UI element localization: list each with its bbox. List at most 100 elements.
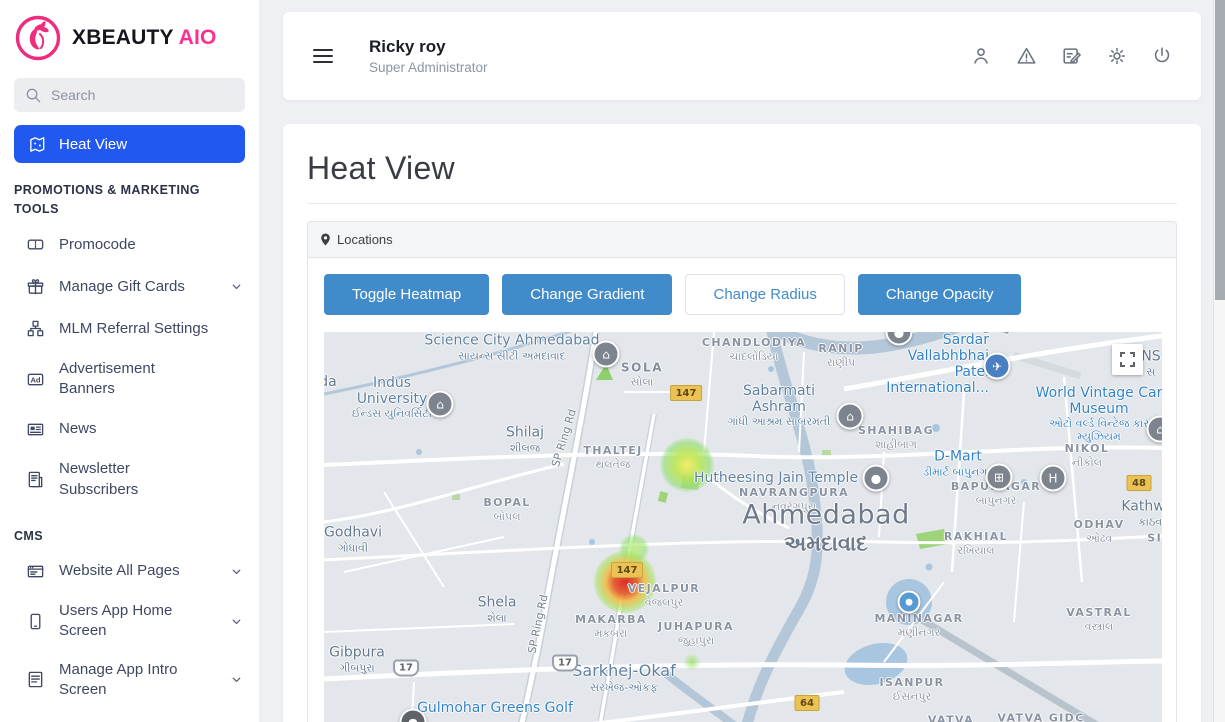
map-label: ડી માર્ટ નરોડા, હસપુરા <box>901 332 1020 335</box>
newsletter-icon <box>26 470 45 489</box>
sidebar-item-label: MLM Referral Settings <box>59 319 209 339</box>
map-label: Sarkhej-Okafસરખેજ-ઓકફ <box>572 661 675 695</box>
map-label: Science City Ahmedabadસાયન્સ સીટી અમદાવા… <box>424 333 599 364</box>
map-label: NIKOLનીકોલ <box>1065 442 1110 470</box>
map-label: Kathwadaકાઠવાડા <box>1121 499 1162 530</box>
map-label: NSસ <box>1141 349 1160 380</box>
map-label: Godhaviગોધાવી <box>324 525 382 556</box>
map-label: MAKARBAમકબરા <box>575 613 647 641</box>
heatmap-canvas[interactable]: Science City Ahmedabadસાયન્સ સીટી અમદાવા… <box>324 332 1162 722</box>
alert-icon[interactable] <box>1015 45 1038 67</box>
sidebar-item-advertisement-banners[interactable]: Ad Advertisement Banners <box>0 350 259 409</box>
search-input[interactable] <box>51 87 235 103</box>
change-opacity-button[interactable]: Change Opacity <box>858 274 1022 315</box>
map-label: CHANDLODIYAચાંદલોડિયા <box>702 336 806 364</box>
heatmap-icon <box>28 135 47 154</box>
map-label: Ahmedabadઅમદાવાદ <box>742 500 910 557</box>
logout-icon[interactable] <box>1151 45 1173 67</box>
map-fullscreen-button[interactable] <box>1112 344 1143 375</box>
map-label: RANIPરાણીપ <box>818 342 863 370</box>
museum-marker[interactable]: ⌂ <box>837 403 864 430</box>
sidebar-item-label: News <box>59 419 209 439</box>
road-badge: 48 <box>1127 475 1152 491</box>
locations-panel-body: Toggle Heatmap Change Gradient Change Radi… <box>308 258 1176 722</box>
brand-name: XBEAUTY AIO <box>72 26 217 50</box>
map-label: VEJALPURવેજલપુર <box>628 582 700 610</box>
webpage-icon <box>26 562 45 581</box>
sidebar-item-website-all-pages[interactable]: Website All Pages <box>0 550 259 592</box>
sidebar-item-manage-language[interactable]: Manage Language <box>0 709 259 722</box>
change-radius-button[interactable]: Change Radius <box>685 274 844 315</box>
ad-icon: Ad <box>26 370 45 389</box>
lake-marker[interactable]: ● <box>898 591 921 614</box>
locations-panel-header: Locations <box>308 222 1176 258</box>
map-label: ODHAVઓઢવ <box>1074 518 1125 546</box>
user-block: Ricky roy Super Administrator <box>369 37 488 75</box>
map-label: JUHAPURAજુહાપુરા <box>658 620 734 648</box>
sidebar-nav: PROMOTIONS & MARKETING TOOLS Promocode Man… <box>0 163 259 722</box>
sidebar-item-label: Manage App Intro Screen <box>59 660 209 701</box>
locations-panel-title: Locations <box>337 232 393 247</box>
sidebar-item-label: Website All Pages <box>59 561 209 581</box>
museum-marker[interactable]: ⌂ <box>593 341 620 368</box>
map-label: SOLAસોલા <box>621 361 663 390</box>
sidebar-item-newsletter-subscribers[interactable]: Newsletter Subscribers <box>0 450 259 509</box>
map-label: Hutheesing Jain Temple <box>694 470 858 486</box>
locations-panel: Locations Toggle Heatmap Change Gradient C… <box>307 221 1177 722</box>
cart-marker[interactable]: ⊞ <box>986 464 1013 491</box>
map-label: Sabarmati Ashramગાંધી આશ્રમ સાબરમતી <box>714 383 844 429</box>
header-icon-bar <box>970 45 1173 67</box>
xbeauty-logo-icon <box>14 14 62 62</box>
sidebar-section-title: CMS <box>0 509 259 550</box>
title-divider <box>307 203 1177 204</box>
road-badge: 147 <box>670 385 702 401</box>
hamburger-menu-icon[interactable] <box>313 45 333 67</box>
svg-text:Ad: Ad <box>30 375 40 384</box>
page-root: { "brand": { "name": "XBEAUTY", "accent"… <box>0 0 1225 722</box>
change-gradient-button[interactable]: Change Gradient <box>502 274 672 315</box>
chevron-down-icon <box>230 565 243 578</box>
sidebar: XBEAUTY AIO Heat View PROMOTIONS & MARKE… <box>0 0 260 722</box>
user-role: Super Administrator <box>369 60 488 75</box>
settings-icon[interactable] <box>1106 45 1128 67</box>
sidebar-item-mlm-referral-settings[interactable]: MLM Referral Settings <box>0 308 259 350</box>
map-label: MANINAGARમણીનગર <box>874 612 963 640</box>
sidebar-item-manage-app-intro-screen[interactable]: Manage App Intro Screen <box>0 651 259 710</box>
sidebar-item-label: Manage Gift Cards <box>59 277 209 297</box>
map-label: Gibpuraગીબપુરા <box>329 645 385 676</box>
toggle-heatmap-button[interactable]: Toggle Heatmap <box>324 274 489 315</box>
map-label: BOPALબોપલ <box>483 496 530 524</box>
university-marker[interactable]: ⌂ <box>427 391 454 418</box>
sidebar-item-heat-view[interactable]: Heat View <box>14 125 245 163</box>
map-label: Gulmohar Greens Golf <box>417 700 573 716</box>
airport-marker[interactable]: ✈ <box>984 353 1011 380</box>
page-title: Heat View <box>307 150 1177 187</box>
hierarchy-icon <box>26 319 45 338</box>
chevron-down-icon <box>230 673 243 686</box>
top-header: Ricky roy Super Administrator <box>283 12 1201 100</box>
map-label: da <box>324 374 337 390</box>
hospital-marker[interactable]: H <box>1040 465 1067 492</box>
sidebar-item-manage-gift-cards[interactable]: Manage Gift Cards <box>0 266 259 308</box>
sidebar-item-label: Advertisement Banners <box>59 359 209 400</box>
map-label: Shelaશેલા <box>478 595 517 626</box>
sidebar-item-news[interactable]: News <box>0 408 259 450</box>
sidebar-item-label: Heat View <box>59 136 127 153</box>
page-scrollbar-thumb[interactable] <box>1215 0 1225 300</box>
map-label: Shilajશીલજ <box>506 425 544 456</box>
edit-form-icon[interactable] <box>1061 45 1083 67</box>
chevron-down-icon <box>230 280 243 293</box>
sidebar-item-users-app-home-screen[interactable]: Users App Home Screen <box>0 592 259 651</box>
user-icon[interactable] <box>970 45 992 67</box>
map-label: ISANPURઈસનપુર <box>880 676 945 704</box>
brand-logo[interactable]: XBEAUTY AIO <box>0 0 259 72</box>
sidebar-item-label: Newsletter Subscribers <box>59 459 209 500</box>
phone-icon <box>26 612 45 631</box>
road-badge: 17 <box>552 655 578 672</box>
map-label: THALTEJથલતેજ <box>583 444 642 472</box>
sidebar-section-title: PROMOTIONS & MARKETING TOOLS <box>0 163 259 224</box>
map-label: SIN <box>1147 532 1162 545</box>
sidebar-item-label: Promocode <box>59 235 209 255</box>
sidebar-item-promocode[interactable]: Promocode <box>0 224 259 266</box>
temple-marker[interactable]: ● <box>863 465 890 492</box>
